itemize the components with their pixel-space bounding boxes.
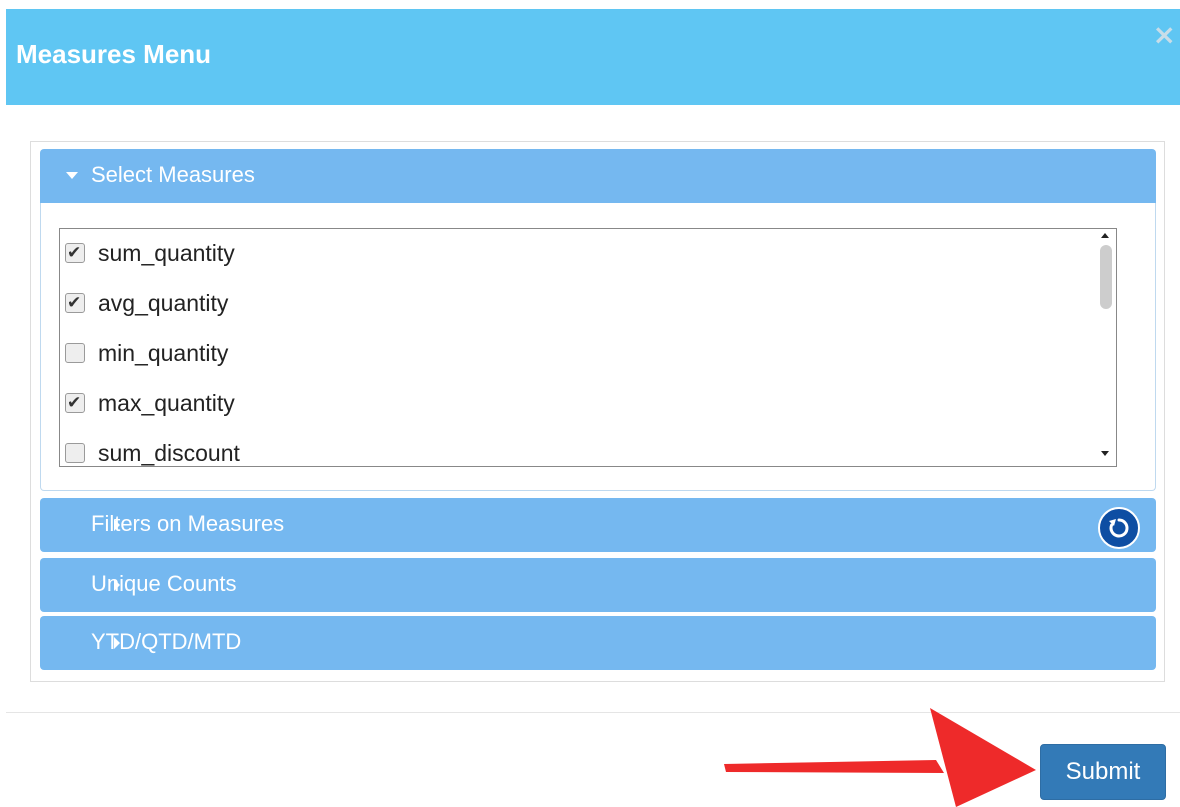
checkmark-icon: ✔: [67, 293, 82, 313]
checkbox[interactable]: ✔: [65, 293, 85, 313]
modal-title: Measures Menu: [16, 39, 212, 69]
measure-item-sum-quantity[interactable]: ✔ sum_quantity: [60, 234, 1090, 274]
checkbox[interactable]: [65, 443, 85, 463]
checkbox[interactable]: [65, 343, 85, 363]
accordion-ytd-qtd-mtd[interactable]: YTD/QTD/MTD: [40, 616, 1156, 670]
close-icon[interactable]: ×: [1153, 21, 1176, 49]
accordion-filters-on-measures[interactable]: Filters on Measures: [40, 498, 1156, 552]
measure-label: min_quantity: [98, 340, 229, 366]
submit-button[interactable]: Submit: [1040, 744, 1166, 800]
measure-item-sum-discount[interactable]: sum_discount: [60, 434, 1090, 466]
list-scrollbar[interactable]: [1096, 229, 1114, 466]
scroll-up-icon[interactable]: [1101, 233, 1109, 238]
scroll-down-icon[interactable]: [1101, 451, 1109, 456]
checkmark-icon: ✔: [67, 243, 82, 263]
refresh-icon[interactable]: [1098, 507, 1140, 549]
accordion-label: Unique Counts: [91, 571, 237, 596]
checkbox[interactable]: ✔: [65, 243, 85, 263]
checkmark-icon: ✔: [67, 393, 82, 413]
accordion-label: Select Measures: [91, 162, 255, 187]
red-arrow-annotation: [724, 708, 1036, 807]
accordion-select-measures[interactable]: Select Measures: [40, 149, 1156, 203]
modal-header: Measures Menu ×: [6, 9, 1180, 105]
measure-label: max_quantity: [98, 390, 235, 416]
measures-list[interactable]: ✔ sum_quantity ✔ avg_quantity min_quanti…: [59, 228, 1117, 467]
measure-label: sum_quantity: [98, 240, 235, 266]
measure-label: avg_quantity: [98, 290, 229, 316]
measure-item-max-quantity[interactable]: ✔ max_quantity: [60, 384, 1090, 424]
caret-down-icon: [66, 172, 78, 179]
accordion-label: Filters on Measures: [91, 511, 285, 536]
measure-label: sum_discount: [98, 440, 240, 466]
accordion-label: YTD/QTD/MTD: [91, 629, 242, 654]
measure-item-min-quantity[interactable]: min_quantity: [60, 334, 1090, 374]
accordion-unique-counts[interactable]: Unique Counts: [40, 558, 1156, 612]
measure-item-avg-quantity[interactable]: ✔ avg_quantity: [60, 284, 1090, 324]
scrollbar-thumb[interactable]: [1100, 245, 1112, 309]
checkbox[interactable]: ✔: [65, 393, 85, 413]
